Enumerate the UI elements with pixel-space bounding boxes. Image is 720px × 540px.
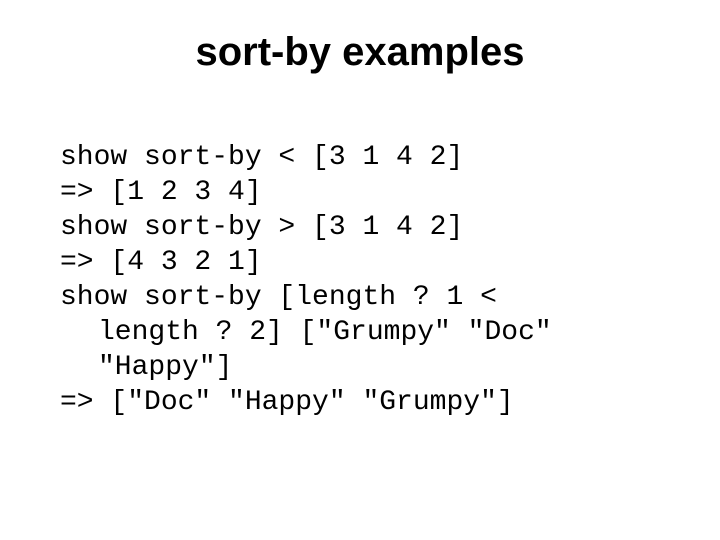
code-line: "Happy"] bbox=[60, 352, 232, 383]
slide-title: sort-by examples bbox=[50, 30, 670, 75]
code-line: => [4 3 2 1] bbox=[60, 247, 262, 278]
code-line: length ? 2] ["Grumpy" "Doc" bbox=[60, 317, 552, 348]
code-line: show sort-by [length ? 1 < bbox=[60, 282, 497, 313]
code-line: => ["Doc" "Happy" "Grumpy"] bbox=[60, 387, 514, 418]
code-line: show sort-by > [3 1 4 2] bbox=[60, 212, 463, 243]
code-line: => [1 2 3 4] bbox=[60, 177, 262, 208]
code-block: show sort-by < [3 1 4 2] => [1 2 3 4] sh… bbox=[50, 105, 670, 420]
slide: sort-by examples show sort-by < [3 1 4 2… bbox=[0, 0, 720, 540]
code-line: show sort-by < [3 1 4 2] bbox=[60, 142, 463, 173]
